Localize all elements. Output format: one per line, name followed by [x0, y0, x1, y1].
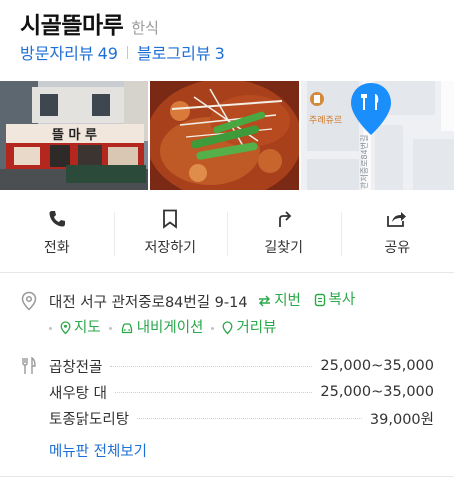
swap-icon [259, 295, 271, 307]
save-button[interactable]: 저장하기 [113, 206, 228, 262]
address-text: 대전 서구 관저중로84번길 9-14 [49, 295, 248, 311]
place-category: 한식 [131, 19, 159, 37]
menu-item-price: 25,000~35,000 [320, 358, 434, 374]
menu-section: 곱창전골 25,000~35,000 새우탕 대 25,000~35,000 토… [20, 353, 440, 461]
menu-dot-leader [137, 417, 362, 419]
share-label: 공유 [384, 240, 411, 256]
action-bar: 전화 저장하기 길찾기 공유 [0, 206, 454, 262]
bullet-dot [108, 326, 112, 330]
menu-dot-leader [114, 391, 313, 393]
menu-item-name: 새우탕 대 [49, 385, 107, 402]
place-header: 시골뜰마루 한식 방문자리뷰 49 블로그리뷰 3 [20, 6, 440, 64]
visitor-review-link[interactable]: 방문자리뷰 49 [20, 40, 118, 64]
navigation-label: 내비게이션 [136, 320, 204, 336]
jibeon-label: 지번 [274, 293, 301, 309]
menu-item-price: 25,000~35,000 [320, 384, 434, 400]
directions-label: 길찾기 [264, 240, 304, 256]
car-icon [121, 322, 132, 333]
fork-knife-icon [20, 356, 38, 376]
copy-label: 복사 [328, 292, 356, 308]
map-pin-icon [60, 321, 71, 335]
menu-dot-leader [110, 365, 313, 367]
menu-item-price: 39,000원 [369, 411, 434, 428]
photo-strip: 뜰 마 루 주례쥬르 관저중로84번길 [0, 81, 454, 190]
place-name: 시골뜰마루 [20, 13, 124, 39]
call-label: 전화 [43, 240, 70, 256]
streetview-pin-icon [222, 321, 233, 335]
bullet-dot [49, 326, 52, 330]
address-line: 대전 서구 관저중로84번길 9-14 지번 복사 [49, 290, 355, 313]
bottom-divider [0, 476, 454, 477]
directions-icon [273, 208, 295, 230]
bullet-dot [211, 326, 215, 330]
phone-icon [46, 208, 68, 230]
menu-item: 새우탕 대 25,000~35,000 [20, 379, 440, 405]
streetview-label: 거리뷰 [236, 320, 277, 336]
share-button[interactable]: 공유 [340, 206, 454, 262]
call-button[interactable]: 전화 [0, 206, 114, 262]
food-photo[interactable] [150, 81, 299, 190]
share-icon [386, 208, 408, 230]
navigation-link[interactable]: 내비게이션 [120, 318, 204, 338]
review-separator [126, 45, 128, 59]
menu-item: 토종닭도리탕 39,000원 [20, 405, 440, 431]
save-label: 저장하기 [144, 240, 197, 256]
copy-icon [314, 293, 325, 307]
menu-item-name: 토종닭도리탕 [49, 411, 130, 428]
location-pin-icon [20, 291, 38, 311]
review-links: 방문자리뷰 49 블로그리뷰 3 [20, 40, 440, 64]
storefront-photo[interactable]: 뜰 마 루 [0, 81, 149, 190]
see-full-menu-link[interactable]: 메뉴판 전체보기 [49, 440, 440, 461]
copy-address-button[interactable]: 복사 [314, 290, 356, 310]
streetview-link[interactable]: 거리뷰 [222, 318, 276, 338]
map-street-label: 관저중로84번길 [359, 135, 369, 189]
map-label: 지도 [74, 320, 101, 336]
map-thumbnail[interactable]: 주례쥬르 관저중로84번길 [300, 81, 454, 190]
menu-item: 곱창전골 25,000~35,000 [20, 353, 440, 379]
storefront-sign-text: 뜰 마 루 [52, 127, 97, 143]
address-section: 대전 서구 관저중로84번길 9-14 지번 복사 지도 내비게이션 거리뷰 [20, 290, 440, 338]
map-link[interactable]: 지도 [60, 318, 101, 338]
jibeon-toggle[interactable]: 지번 [258, 291, 301, 311]
bookmark-icon [159, 208, 181, 230]
section-divider [0, 272, 454, 273]
directions-button[interactable]: 길찾기 [227, 206, 341, 262]
map-links: 지도 내비게이션 거리뷰 [49, 318, 440, 338]
menu-item-name: 곱창전골 [49, 359, 103, 376]
map-shop-label: 주례쥬르 [309, 115, 342, 126]
blog-review-link[interactable]: 블로그리뷰 3 [137, 40, 225, 64]
